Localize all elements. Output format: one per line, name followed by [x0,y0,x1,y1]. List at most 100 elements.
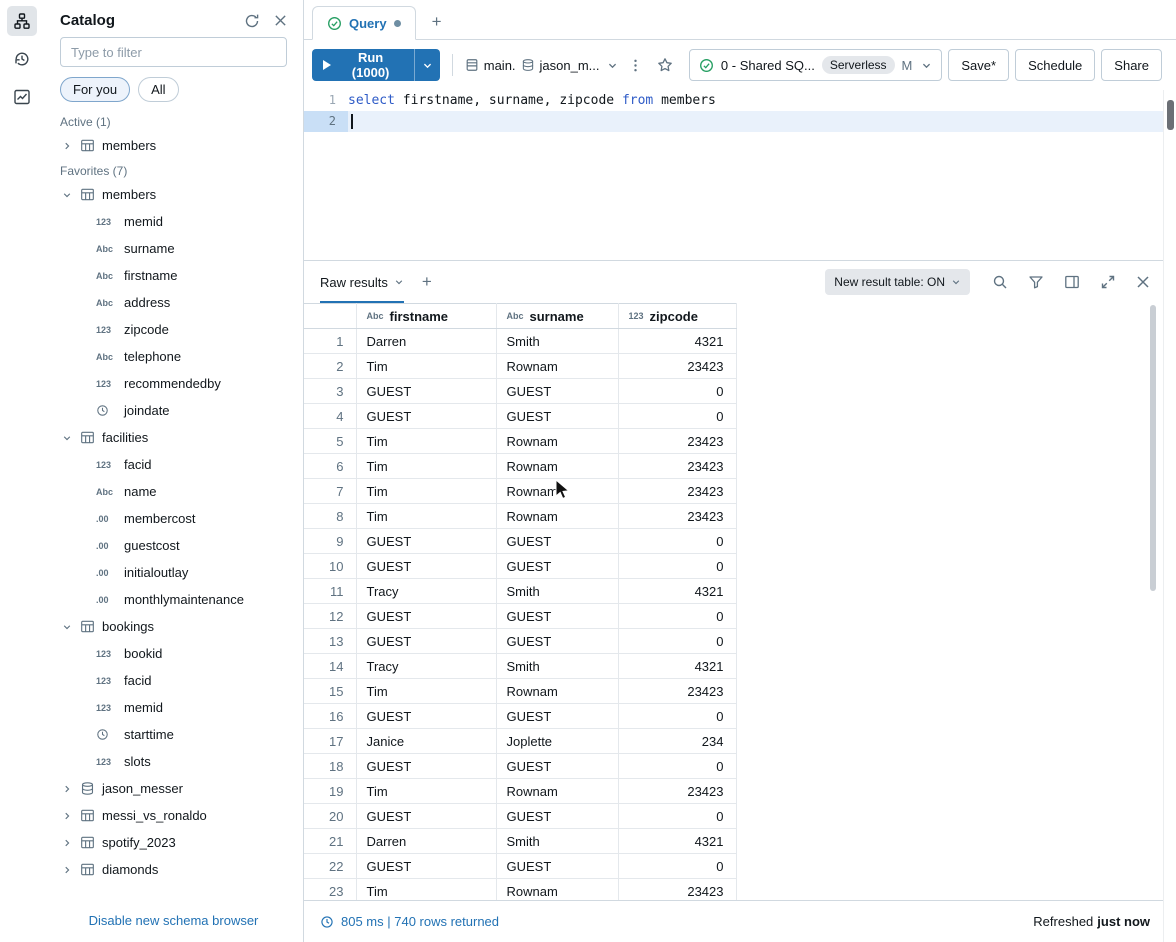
disable-schema-browser-link[interactable]: Disable new schema browser [89,913,259,928]
close-results-icon[interactable] [1136,275,1150,289]
rail-item-schema-browser-icon[interactable] [7,6,37,36]
table-row[interactable]: 14TracySmith4321 [304,654,736,679]
column-header-surname[interactable]: Abcsurname [496,304,618,329]
chevron-right-icon[interactable] [62,141,74,151]
row-number-header[interactable] [304,304,356,329]
table-row[interactable]: 6TimRownam23423 [304,454,736,479]
table-row[interactable]: 8TimRownam23423 [304,504,736,529]
side-panel-icon[interactable] [1064,274,1080,290]
chevron-down-icon[interactable] [62,190,74,200]
tree-item-spotify_2023[interactable]: spotify_2023 [44,829,303,856]
table-row[interactable]: 7TimRownam23423 [304,479,736,504]
chevron-down-icon [921,60,932,71]
tree-item-facid[interactable]: 123facid [44,451,303,478]
tree-item-memid[interactable]: 123memid [44,208,303,235]
warehouse-selector[interactable]: 0 - Shared SQ... Serverless M [689,49,942,81]
chevron-right-icon[interactable] [62,811,74,821]
column-header-zipcode[interactable]: 123zipcode [618,304,736,329]
tree-item-starttime[interactable]: starttime [44,721,303,748]
table-row[interactable]: 11TracySmith4321 [304,579,736,604]
tab-query[interactable]: Query [312,6,416,40]
table-row[interactable]: 15TimRownam23423 [304,679,736,704]
table-row[interactable]: 12GUESTGUEST0 [304,604,736,629]
tree-item-surname[interactable]: Abcsurname [44,235,303,262]
tree-item-telephone[interactable]: Abctelephone [44,343,303,370]
tree-item-recommendedby[interactable]: 123recommendedby [44,370,303,397]
tree-item-facid[interactable]: 123facid [44,667,303,694]
add-result-tab-button[interactable]: + [422,272,432,292]
rail-item-history-icon[interactable] [7,44,37,74]
schedule-button[interactable]: Schedule [1015,49,1095,81]
rail-item-insights-icon[interactable] [7,82,37,112]
chevron-right-icon[interactable] [62,838,74,848]
save-button[interactable]: Save* [948,49,1009,81]
column-header-firstname[interactable]: Abcfirstname [356,304,496,329]
table-row[interactable]: 22GUESTGUEST0 [304,854,736,879]
filter-input[interactable] [60,37,287,67]
run-button[interactable]: Run (1000) [312,49,414,81]
tree-item-joindate[interactable]: joindate [44,397,303,424]
table-row[interactable]: 10GUESTGUEST0 [304,554,736,579]
fullscreen-icon[interactable] [1100,274,1116,290]
catalog-schema-selector[interactable]: main. jason_m... [465,58,618,73]
tree-item-facilities[interactable]: facilities [44,424,303,451]
tree-item-slots[interactable]: 123slots [44,748,303,775]
table-row[interactable]: 9GUESTGUEST0 [304,529,736,554]
table-row[interactable]: 3GUESTGUEST0 [304,379,736,404]
new-tab-button[interactable]: + [432,14,442,30]
new-result-table-toggle[interactable]: New result table: ON [825,269,970,295]
table-row[interactable]: 16GUESTGUEST0 [304,704,736,729]
table-row[interactable]: 21DarrenSmith4321 [304,829,736,854]
table-row[interactable]: 13GUESTGUEST0 [304,629,736,654]
table-row[interactable]: 20GUESTGUEST0 [304,804,736,829]
share-button[interactable]: Share [1101,49,1162,81]
search-icon[interactable] [992,274,1008,290]
tree-item-monthlymaintenance[interactable]: .00monthlymaintenance [44,586,303,613]
close-icon[interactable] [274,14,287,27]
raw-results-tab[interactable]: Raw results [320,261,404,303]
tree-item-bookings[interactable]: bookings [44,613,303,640]
run-options-button[interactable] [414,49,440,81]
filter-pill-for-you[interactable]: For you [60,77,130,102]
tree-item-members[interactable]: members [44,132,303,159]
star-icon[interactable] [653,53,677,77]
sql-editor[interactable]: 1select firstname, surname, zipcode from… [304,90,1176,260]
results-scrollbar-thumb[interactable] [1150,305,1156,591]
tree-item-initialoutlay[interactable]: .00initialoutlay [44,559,303,586]
page-scrollbar[interactable] [1163,90,1176,942]
tree-item-members[interactable]: members [44,181,303,208]
code-line-2[interactable]: 2 [304,111,1176,132]
tree-item-memid[interactable]: 123memid [44,694,303,721]
table-row[interactable]: 4GUESTGUEST0 [304,404,736,429]
table-row[interactable]: 5TimRownam23423 [304,429,736,454]
tree-item-guestcost[interactable]: .00guestcost [44,532,303,559]
filter-pill-all[interactable]: All [138,77,178,102]
tree-item-zipcode[interactable]: 123zipcode [44,316,303,343]
tree-item-firstname[interactable]: Abcfirstname [44,262,303,289]
tree-item-address[interactable]: Abcaddress [44,289,303,316]
table-row[interactable]: 19TimRownam23423 [304,779,736,804]
code-line-1[interactable]: 1select firstname, surname, zipcode from… [304,90,1176,111]
tree-item-bookid[interactable]: 123bookid [44,640,303,667]
query-stats[interactable]: 805 ms | 740 rows returned [341,914,499,929]
table-row[interactable]: 2TimRownam23423 [304,354,736,379]
chevron-down-icon[interactable] [62,622,74,632]
tree-item-membercost[interactable]: .00membercost [44,505,303,532]
results-scrollbar[interactable] [1150,303,1156,900]
tree-item-messi_vs_ronaldo[interactable]: messi_vs_ronaldo [44,802,303,829]
table-row[interactable]: 1DarrenSmith4321 [304,329,736,354]
table-cell: Tim [356,879,496,901]
refresh-icon[interactable] [244,13,260,29]
table-row[interactable]: 17JaniceJoplette234 [304,729,736,754]
tree-item-jason_messer[interactable]: jason_messer [44,775,303,802]
tree-item-name[interactable]: Abcname [44,478,303,505]
table-row[interactable]: 23TimRownam23423 [304,879,736,901]
chevron-right-icon[interactable] [62,865,74,875]
table-row[interactable]: 18GUESTGUEST0 [304,754,736,779]
kebab-menu-icon[interactable] [624,53,648,77]
chevron-down-icon[interactable] [62,433,74,443]
tree-item-diamonds[interactable]: diamonds [44,856,303,883]
page-scrollbar-thumb[interactable] [1167,100,1174,130]
filter-icon[interactable] [1028,274,1044,290]
chevron-right-icon[interactable] [62,784,74,794]
